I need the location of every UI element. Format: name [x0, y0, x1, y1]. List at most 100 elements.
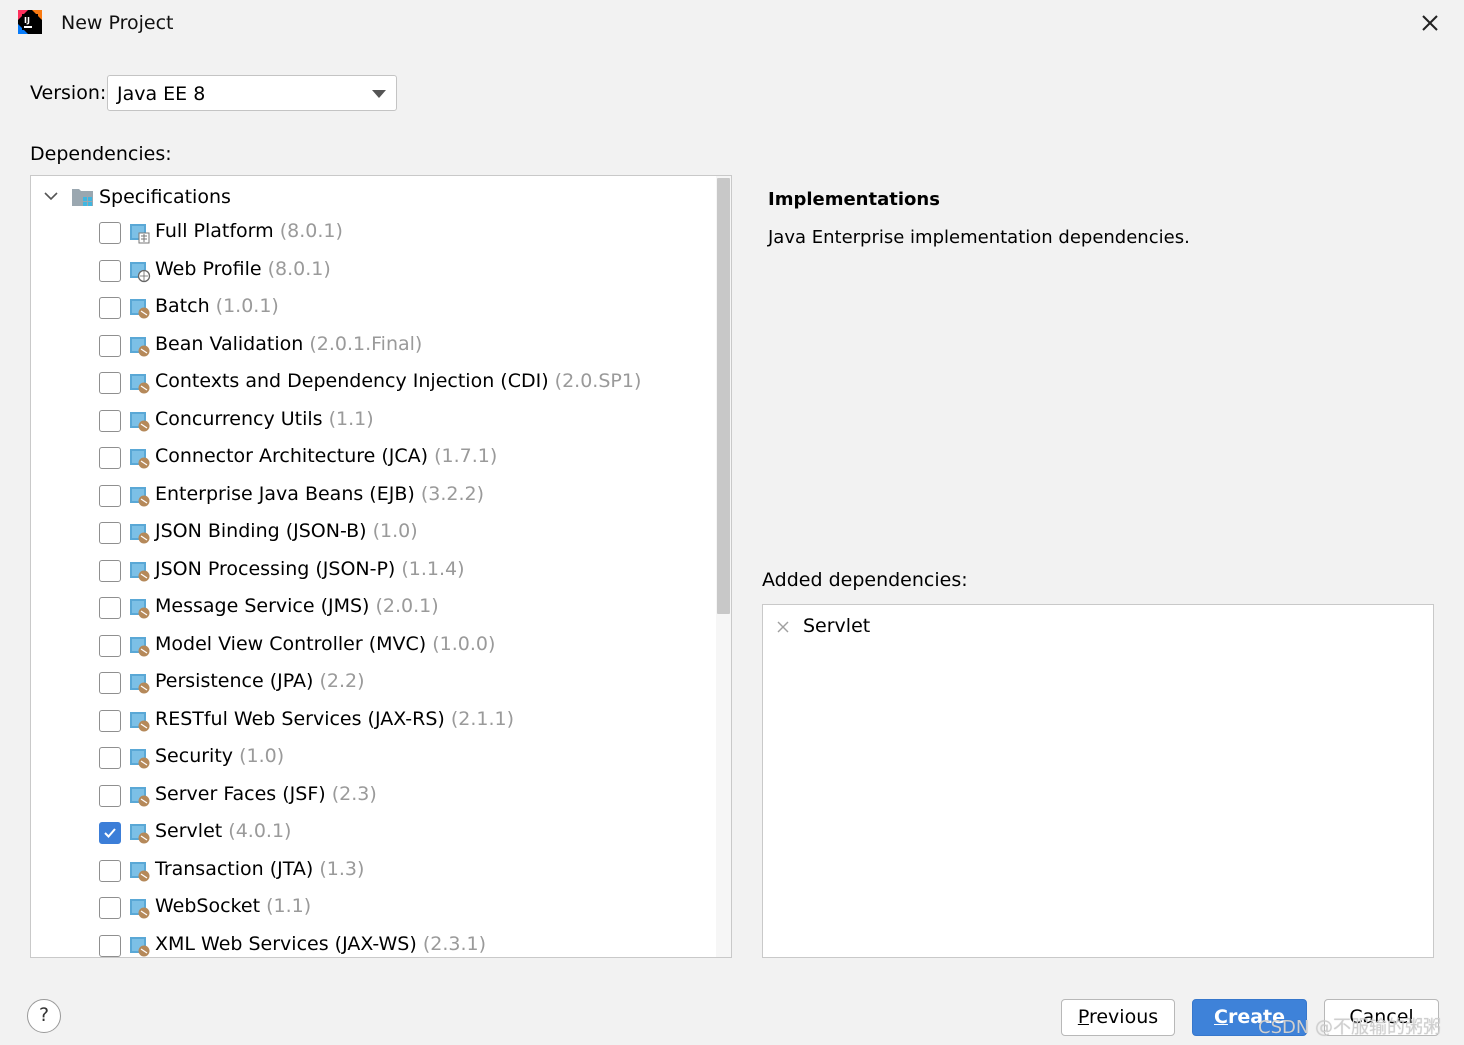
dependency-checkbox[interactable] — [99, 447, 121, 469]
dependency-label: RESTful Web Services (JAX-RS) (2.1.1) — [155, 708, 514, 730]
library-icon — [130, 674, 150, 694]
close-icon — [1422, 15, 1438, 31]
dependency-checkbox[interactable] — [99, 784, 121, 807]
dependency-name: JSON Binding (JSON-B) — [155, 520, 367, 542]
library-icon — [130, 899, 150, 919]
library-icon — [130, 261, 151, 282]
library-icon — [130, 936, 150, 956]
dependency-checkbox[interactable] — [99, 372, 121, 394]
dependency-row[interactable]: Transaction (JTA) (1.3) — [31, 854, 711, 890]
dependency-name: Security — [155, 745, 234, 767]
dependency-row[interactable]: Connector Architecture (JCA) (1.7.1) — [31, 441, 711, 477]
dependency-name: Transaction (JTA) — [155, 857, 314, 880]
dependency-checkbox[interactable] — [99, 409, 121, 432]
dependency-version: (8.0.1) — [267, 257, 331, 280]
dependency-version: (2.1.1) — [450, 707, 515, 730]
chevron-down-icon[interactable] — [43, 188, 59, 204]
check-icon — [104, 828, 116, 838]
dependency-row[interactable]: Message Service (JMS) (2.0.1) — [31, 591, 711, 627]
dependency-row[interactable]: Persistence (JPA) (2.2) — [31, 666, 711, 702]
dependency-row[interactable]: Full Platform (8.0.1) — [31, 216, 711, 252]
dependency-version: (1.1) — [266, 895, 312, 917]
version-selected-value: Java EE 8 — [117, 83, 206, 105]
details-title: Implementations — [768, 189, 940, 210]
dependency-version: (2.0.SP1) — [554, 370, 642, 392]
dependency-name: Batch — [155, 295, 210, 317]
scrollbar-thumb[interactable] — [717, 178, 730, 614]
dependency-checkbox[interactable] — [99, 522, 121, 544]
library-icon — [130, 599, 150, 619]
previous-label: revious — [1088, 1006, 1159, 1028]
dependency-name: Bean Validation — [155, 332, 304, 355]
dependency-version: (1.0.0) — [432, 632, 496, 655]
dependency-checkbox[interactable] — [99, 672, 121, 694]
library-icon — [130, 374, 150, 394]
dependency-name: Concurrency Utils — [155, 407, 323, 430]
previous-button[interactable]: Previous — [1061, 999, 1175, 1036]
dependency-checkbox[interactable] — [99, 259, 121, 282]
dependency-name: Web Profile — [155, 257, 262, 280]
dependency-label: Transaction (JTA) (1.3) — [155, 858, 364, 880]
dependency-checkbox[interactable] — [99, 709, 121, 732]
create-mnemonic: C — [1214, 1006, 1228, 1028]
dependency-label: Model View Controller (MVC) (1.0.0) — [155, 633, 495, 655]
tree-scrollbar[interactable] — [716, 176, 731, 957]
dependency-label: XML Web Services (JAX-WS) (2.3.1) — [155, 933, 486, 955]
dependency-name: Persistence (JPA) — [155, 670, 314, 692]
dependency-version: (1.0.1) — [215, 295, 279, 317]
close-button[interactable] — [1414, 8, 1446, 38]
dependency-checkbox[interactable] — [99, 597, 121, 619]
dependency-checkbox[interactable] — [99, 297, 121, 319]
dependency-row[interactable]: Batch (1.0.1) — [31, 291, 711, 327]
dependency-checkbox[interactable] — [99, 559, 121, 582]
tree-node-specifications[interactable]: Specifications — [31, 180, 711, 216]
dependency-checkbox[interactable] — [99, 484, 121, 507]
library-icon — [130, 861, 150, 881]
watermark: CSDN @不服输的粥粥 — [1258, 1017, 1442, 1038]
dependency-row[interactable]: XML Web Services (JAX-WS) (2.3.1) — [31, 929, 711, 958]
dependency-row[interactable]: Enterprise Java Beans (EJB) (3.2.2) — [31, 479, 711, 515]
dependency-row[interactable]: RESTful Web Services (JAX-RS) (2.1.1) — [31, 704, 711, 740]
dependency-checkbox[interactable] — [99, 747, 121, 769]
dependency-checkbox[interactable] — [99, 334, 121, 357]
added-dependency-item: Servlet — [763, 613, 1433, 641]
dependency-row[interactable]: Model View Controller (MVC) (1.0.0) — [31, 629, 711, 665]
dependency-label: Connector Architecture (JCA) (1.7.1) — [155, 445, 497, 467]
dependency-row[interactable]: Contexts and Dependency Injection (CDI) … — [31, 366, 711, 402]
added-dependencies-label: Added dependencies: — [762, 569, 968, 591]
dependency-row[interactable]: JSON Binding (JSON-B) (1.0) — [31, 516, 711, 552]
version-dropdown[interactable]: Java EE 8 — [107, 75, 397, 111]
dependency-name: Message Service (JMS) — [155, 595, 370, 617]
dependency-checkbox[interactable] — [99, 897, 121, 919]
dependency-name: WebSocket — [155, 895, 261, 917]
library-icon — [130, 449, 150, 469]
dependency-label: Contexts and Dependency Injection (CDI) … — [155, 370, 641, 392]
dependency-label: Concurrency Utils (1.1) — [155, 408, 374, 430]
dependency-row[interactable]: WebSocket (1.1) — [31, 891, 711, 927]
dependency-row[interactable]: Concurrency Utils (1.1) — [31, 404, 711, 440]
dependency-row[interactable]: Server Faces (JSF) (2.3) — [31, 779, 711, 815]
dependency-checkbox[interactable] — [99, 934, 121, 957]
dependency-row[interactable]: JSON Processing (JSON-P) (1.1.4) — [31, 554, 711, 590]
library-icon — [130, 749, 150, 769]
previous-mnemonic: P — [1077, 1006, 1089, 1028]
dependency-version: (8.0.1) — [279, 220, 343, 242]
dependency-row[interactable]: Security (1.0) — [31, 741, 711, 777]
dependency-name: Enterprise Java Beans (EJB) — [155, 482, 415, 505]
library-icon — [130, 336, 150, 356]
dependency-name: Contexts and Dependency Injection (CDI) — [155, 370, 549, 392]
dependency-row[interactable]: Bean Validation (2.0.1.Final) — [31, 329, 711, 365]
dependency-row[interactable]: Servlet (4.0.1) — [31, 816, 711, 852]
dependency-checkbox[interactable] — [99, 634, 121, 657]
remove-icon[interactable] — [775, 619, 791, 635]
library-icon — [130, 299, 150, 319]
tree-root-label: Specifications — [99, 186, 231, 208]
dependency-checkbox[interactable] — [99, 859, 121, 882]
svg-text:IJ: IJ — [24, 16, 30, 25]
dependency-checkbox[interactable] — [99, 222, 121, 244]
library-icon — [130, 524, 150, 544]
dependencies-tree[interactable]: Specifications Full Platform (8.0.1) Web … — [30, 175, 732, 958]
dependency-checkbox[interactable] — [99, 822, 121, 844]
help-button[interactable]: ? — [27, 999, 61, 1033]
dependency-row[interactable]: Web Profile (8.0.1) — [31, 254, 711, 290]
